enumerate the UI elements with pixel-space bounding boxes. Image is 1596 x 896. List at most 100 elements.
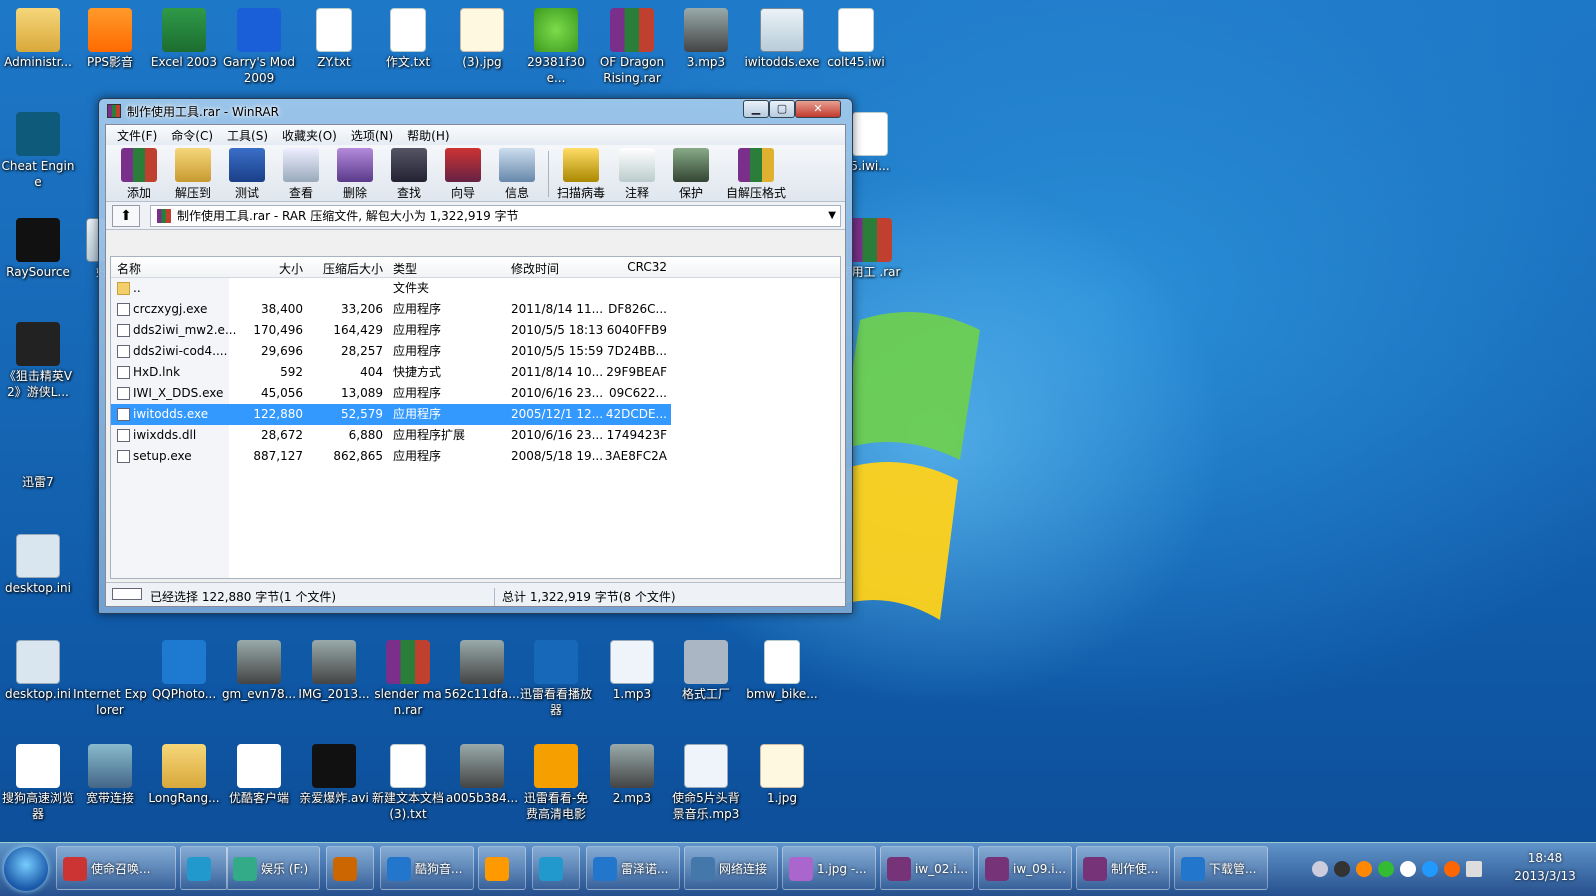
desktop-icon[interactable]: ZY.txt — [296, 4, 372, 70]
desktop-icon[interactable]: 2.mp3 — [594, 740, 670, 806]
desktop-icon[interactable]: 亲爱爆炸.avi — [296, 740, 372, 806]
taskbar-button[interactable]: 1.jpg -... — [782, 846, 876, 890]
taskbar-button[interactable] — [180, 846, 228, 890]
menu-file[interactable]: 文件(F) — [110, 127, 164, 144]
comment-button[interactable]: 注释 — [610, 148, 664, 201]
desktop-icon[interactable]: 作文.txt — [370, 4, 446, 70]
desktop-icon[interactable]: 《狙击精英V2》游侠L... — [0, 318, 76, 400]
wizard-button[interactable]: 向导 — [436, 148, 490, 201]
extract-to-button[interactable]: 解压到 — [166, 148, 220, 201]
delete-button[interactable]: 删除 — [328, 148, 382, 201]
desktop-icon[interactable]: 迅雷看看播放器 — [518, 636, 594, 718]
desktop-icon[interactable]: bmw_bike... — [744, 636, 820, 702]
column-type[interactable]: 类型 — [393, 260, 417, 277]
desktop-icon[interactable]: a005b384... — [444, 740, 520, 806]
taskbar-button[interactable]: 网络连接 — [684, 846, 778, 890]
column-name[interactable]: 名称 — [117, 260, 141, 277]
menu-options[interactable]: 选项(N) — [344, 127, 400, 144]
desktop-icon[interactable]: 宽带连接 — [72, 740, 148, 806]
minimize-button[interactable]: ▁ — [743, 100, 769, 118]
desktop-icon[interactable]: desktop.ini — [0, 530, 76, 596]
protect-button[interactable]: 保护 — [664, 148, 718, 201]
chevron-down-icon[interactable]: ▼ — [828, 206, 836, 226]
taskbar-button[interactable]: 雷泽诺... — [586, 846, 680, 890]
security-icon[interactable] — [1378, 861, 1394, 877]
desktop-icon[interactable]: 3.mp3 — [668, 4, 744, 70]
desktop-icon[interactable]: 29381f30e... — [518, 4, 594, 86]
desktop-icon[interactable]: desktop.ini — [0, 636, 76, 702]
taskbar-button[interactable]: 酷狗音... — [380, 846, 474, 890]
file-list[interactable]: 名称 大小 压缩后大小 类型 修改时间 CRC32 .. 文件夹 crczxygj.… — [110, 256, 841, 579]
desktop-icon[interactable]: 搜狗高速浏览器 — [0, 740, 76, 822]
taskbar-button[interactable]: 使命召唤... — [56, 846, 176, 890]
column-modified[interactable]: 修改时间 — [511, 260, 559, 277]
volume-icon[interactable] — [1466, 861, 1482, 877]
file-row[interactable]: setup.exe 887,127 862,865 应用程序 2008/5/18 19.… — [111, 446, 840, 467]
menu-command[interactable]: 命令(C) — [164, 127, 220, 144]
file-row[interactable]: dds2iwi_mw2.e... 170,496 164,429 应用程序 2010/5… — [111, 320, 840, 341]
taskbar-button[interactable]: 下载管... — [1174, 846, 1268, 890]
file-row[interactable]: iwitodds.exe 122,880 52,579 应用程序 2005/12/1 1… — [111, 404, 671, 425]
column-size[interactable]: 大小 — [229, 260, 303, 277]
desktop-icon[interactable]: PPS影音 — [72, 4, 148, 70]
network-icon[interactable] — [1400, 861, 1416, 877]
column-packed[interactable]: 压缩后大小 — [307, 260, 383, 277]
taskbar-button[interactable] — [532, 846, 580, 890]
desktop-icon[interactable]: gm_evn78... — [221, 636, 297, 702]
desktop-icon[interactable]: 1.jpg — [744, 740, 820, 806]
taskbar-button[interactable] — [478, 846, 526, 890]
desktop-icon[interactable]: Garry's Mod 2009 — [221, 4, 297, 86]
tray-app-icon[interactable] — [1334, 861, 1350, 877]
taskbar-button[interactable]: 制作使... — [1076, 846, 1170, 890]
desktop-icon[interactable]: Cheat Engine — [0, 108, 76, 190]
file-row[interactable]: crczxygj.exe 38,400 33,206 应用程序 2011/8/14 11… — [111, 299, 840, 320]
desktop-icon[interactable]: slender man.rar — [370, 636, 446, 718]
test-button[interactable]: 测试 — [220, 148, 274, 201]
desktop-icon[interactable]: colt45.iwi — [818, 4, 894, 70]
view-button[interactable]: 查看 — [274, 148, 328, 201]
find-button[interactable]: 查找 — [382, 148, 436, 201]
file-row[interactable]: .. 文件夹 — [111, 278, 840, 299]
desktop-icon[interactable]: iwitodds.exe — [744, 4, 820, 70]
taskbar-button[interactable]: 娱乐 (F:) — [226, 846, 320, 890]
media-icon[interactable] — [1356, 861, 1372, 877]
desktop-icon[interactable]: 格式工厂 — [668, 636, 744, 702]
up-folder-button[interactable]: ⬆ — [112, 205, 140, 227]
desktop-icon[interactable]: 1.mp3 — [594, 636, 670, 702]
clock[interactable]: 18:48 2013/3/13 — [1500, 849, 1590, 885]
desktop-icon[interactable]: IMG_2013... — [296, 636, 372, 702]
file-row[interactable]: HxD.lnk 592 404 快捷方式 2011/8/14 10... 29F9BEAF — [111, 362, 840, 383]
desktop-icon[interactable]: Administr... — [0, 4, 76, 70]
close-button[interactable]: ✕ — [795, 100, 841, 118]
maximize-button[interactable]: ▢ — [769, 100, 795, 118]
add-button[interactable]: 添加 — [112, 148, 166, 201]
desktop-icon[interactable]: Excel 2003 — [146, 4, 222, 70]
info-button[interactable]: 信息 — [490, 148, 544, 201]
menu-tools[interactable]: 工具(S) — [220, 127, 275, 144]
desktop-icon[interactable]: LongRang... — [146, 740, 222, 806]
file-row[interactable]: dds2iwi-cod4.... 29,696 28,257 应用程序 2010/5/5… — [111, 341, 840, 362]
desktop-icon[interactable]: 使命5片头背景音乐.mp3 — [668, 740, 744, 822]
scan-virus-button[interactable]: 扫描病毒 — [554, 148, 608, 201]
keyboard-icon[interactable] — [1312, 861, 1328, 877]
start-button[interactable] — [4, 847, 48, 891]
menu-favorites[interactable]: 收藏夹(O) — [275, 127, 344, 144]
desktop-icon[interactable]: 迅雷7 — [0, 424, 76, 490]
desktop-icon[interactable]: OF Dragon Rising.rar — [594, 4, 670, 86]
desktop-icon[interactable]: 迅雷看看-免费高清电影 — [518, 740, 594, 822]
desktop-icon[interactable]: 优酷客户端 — [221, 740, 297, 806]
desktop-icon[interactable]: RaySource — [0, 214, 76, 280]
desktop-icon[interactable]: Internet Explorer — [72, 636, 148, 718]
taskbar-button[interactable] — [326, 846, 374, 890]
kugou-icon[interactable] — [1422, 861, 1438, 877]
desktop-icon[interactable]: QQPhoto... — [146, 636, 222, 702]
column-crc32[interactable]: CRC32 — [609, 260, 667, 274]
desktop-icon[interactable]: (3).jpg — [444, 4, 520, 70]
flag-icon[interactable] — [1444, 861, 1460, 877]
taskbar-button[interactable]: iw_09.i... — [978, 846, 1072, 890]
file-row[interactable]: iwixdds.dll 28,672 6,880 应用程序扩展 2010/6/16 23… — [111, 425, 840, 446]
desktop-icon[interactable]: 新建文本文档 (3).txt — [370, 740, 446, 822]
menu-help[interactable]: 帮助(H) — [400, 127, 456, 144]
file-row[interactable]: IWI_X_DDS.exe 45,056 13,089 应用程序 2010/6/16 2… — [111, 383, 840, 404]
title-bar[interactable]: 制作使用工具.rar - WinRAR ▁ ▢ ✕ — [99, 99, 852, 123]
